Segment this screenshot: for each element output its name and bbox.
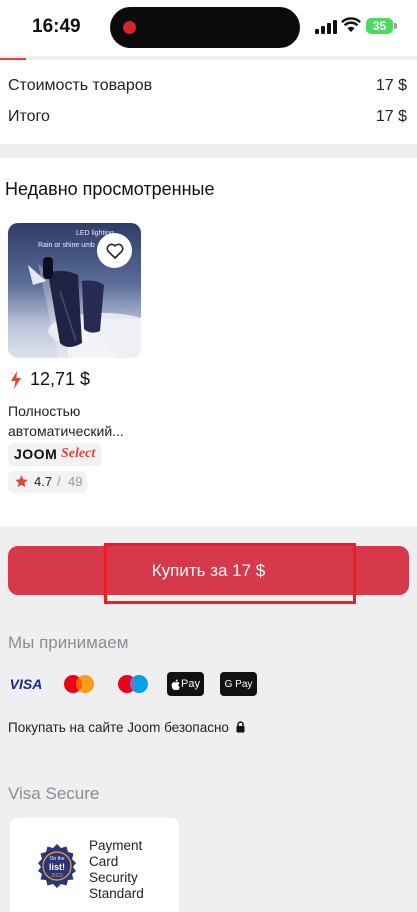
pci-line-4: Standard — [89, 886, 144, 901]
pci-text: Payment Card Security Standard — [89, 838, 144, 902]
apple-pay-icon: Pay — [167, 672, 204, 696]
pci-line-2: Card — [89, 854, 119, 869]
cellular-signal-icon — [315, 20, 337, 34]
badge-select: Select — [61, 446, 96, 461]
dynamic-island — [110, 7, 300, 48]
wifi-icon — [341, 17, 361, 32]
recently-viewed-section: Недавно просмотренные LED lighting Rain … — [0, 158, 417, 526]
heart-icon — [106, 243, 123, 259]
pci-dss-card: On the list! 2023 Payment Card Security … — [10, 818, 179, 912]
visa-secure-title: Visa Secure — [8, 784, 100, 803]
rating-badge: 4.7 / 49 — [8, 471, 87, 493]
total-value: 17 $ — [375, 108, 407, 125]
product-name-line-2: автоматический... — [8, 423, 124, 439]
battery-tip — [394, 23, 397, 29]
pci-seal-icon: On the list! 2023 — [38, 844, 76, 888]
rating-value: 4.7 — [34, 474, 53, 489]
pci-line-3: Security — [89, 870, 138, 885]
order-summary: Стоимость товаров 17 $ Итого 17 $ — [0, 60, 417, 144]
favorite-button[interactable] — [97, 233, 132, 268]
product-image[interactable]: LED lighting Rain or shine umb — [8, 223, 141, 358]
pci-line-1: Payment — [89, 838, 143, 853]
product-price: 12,71 $ — [30, 369, 91, 389]
items-cost-row: Стоимость товаров 17 $ — [8, 77, 407, 99]
product-name[interactable]: Полностью автоматический... — [8, 401, 148, 441]
items-cost-value: 17 $ — [375, 77, 407, 94]
highlight-frame — [104, 543, 356, 604]
status-time: 16:49 — [32, 16, 81, 37]
battery-icon: 35 — [366, 18, 393, 34]
image-caption-2: Rain or shine umb — [38, 242, 95, 249]
star-icon — [15, 475, 28, 488]
joom-select-badge: JOOM Select — [8, 443, 102, 466]
total-row: Итого 17 $ — [8, 108, 407, 130]
pci-seal-year: 2023 — [51, 873, 62, 879]
pci-seal-mid: list! — [49, 862, 65, 872]
lock-icon — [236, 721, 245, 733]
apple-pay-label: Pay — [181, 678, 200, 690]
visa-icon: VISA — [9, 676, 43, 692]
payment-methods-title: Мы принимаем — [8, 633, 129, 652]
rating-separator: / — [57, 474, 61, 489]
secure-note-text: Покупать на сайте Joom безопасно — [8, 720, 229, 735]
lightning-icon — [11, 371, 21, 389]
secure-note: Покупать на сайте Joom безопасно — [8, 720, 245, 735]
total-label: Итого — [8, 108, 50, 125]
reviews-count: 49 — [68, 474, 83, 489]
status-bar: 16:49 35 — [0, 0, 417, 56]
mastercard-icon — [62, 672, 96, 696]
maestro-icon — [116, 672, 150, 696]
google-pay-icon: G Pay — [220, 672, 257, 696]
items-cost-label: Стоимость товаров — [8, 77, 153, 94]
recently-viewed-title: Недавно просмотренные — [5, 179, 215, 199]
recording-indicator-icon — [123, 21, 136, 34]
product-name-line-1: Полностью — [8, 403, 81, 419]
badge-brand: JOOM — [14, 446, 58, 462]
